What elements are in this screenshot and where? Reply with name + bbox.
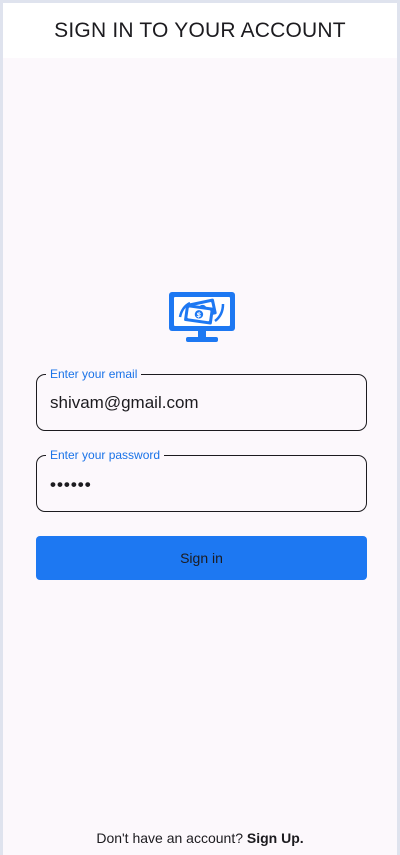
signup-prompt: Don't have an account? Sign Up. (3, 830, 397, 846)
page-title: SIGN IN TO YOUR ACCOUNT (54, 18, 346, 42)
app-bar: SIGN IN TO YOUR ACCOUNT (3, 3, 397, 58)
sign-in-button[interactable]: Sign in (36, 536, 367, 580)
monitor-money-icon: $ (168, 291, 236, 345)
password-field[interactable]: Enter your password (36, 448, 367, 512)
sign-up-link[interactable]: Sign Up. (247, 830, 304, 846)
email-field[interactable]: Enter your email (36, 367, 367, 431)
password-input[interactable] (37, 456, 366, 511)
sign-in-screen: SIGN IN TO YOUR ACCOUNT $ Enter your ema… (3, 3, 397, 855)
signup-prompt-text: Don't have an account? (96, 830, 243, 846)
email-input[interactable] (37, 375, 366, 430)
